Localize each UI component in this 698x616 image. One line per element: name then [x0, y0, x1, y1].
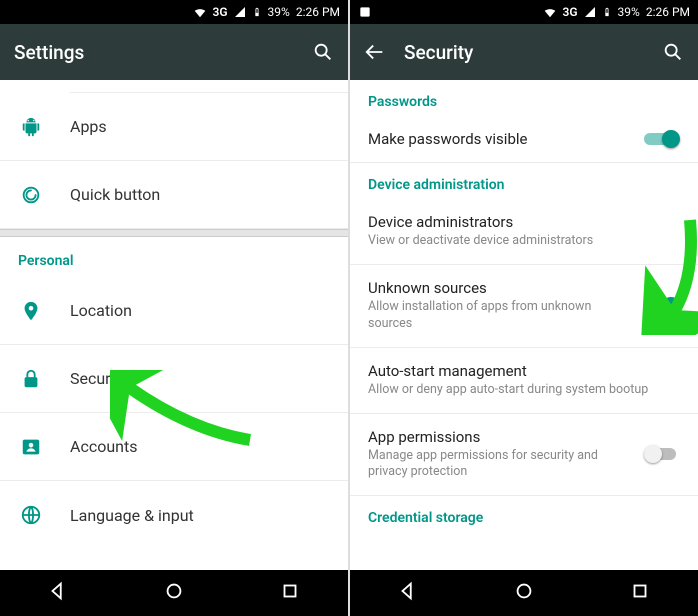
row-subtitle: View or deactivate device administrators [368, 233, 680, 250]
row-title: Auto-start management [368, 362, 680, 380]
android-navbar [0, 570, 348, 616]
row-subtitle: Allow installation of apps from unknown … [368, 299, 634, 333]
signal-icon [584, 6, 596, 18]
signal-icon [234, 6, 246, 18]
location-icon [0, 300, 70, 322]
row-device-admins[interactable]: Device administrators View or deactivate… [350, 199, 698, 265]
nav-home-icon[interactable] [513, 580, 535, 606]
row-autostart[interactable]: Auto-start management Allow or deny app … [350, 348, 698, 414]
settings-appbar: Settings [0, 24, 348, 80]
lock-icon [0, 368, 70, 390]
row-subtitle: Allow or deny app auto-start during syst… [368, 382, 680, 399]
row-location[interactable]: Location [0, 277, 348, 345]
network-label: 3G [563, 5, 578, 19]
row-label: Quick button [70, 185, 160, 204]
status-bar: 3G 39% 2:26 PM [0, 0, 348, 24]
section-header-passwords: Passwords [350, 80, 698, 116]
search-icon[interactable] [312, 41, 334, 63]
nav-recent-icon[interactable] [629, 580, 651, 606]
security-screen: 3G 39% 2:26 PM Security Passwords Make p… [350, 0, 698, 616]
row-app-permissions[interactable]: App permissions Manage app permissions f… [350, 414, 698, 497]
accounts-icon [0, 436, 70, 458]
row-accounts[interactable]: Accounts [0, 413, 348, 481]
row-title: Make passwords visible [368, 130, 634, 148]
security-appbar: Security [350, 24, 698, 80]
row-security[interactable]: Security [0, 345, 348, 413]
toggle-passwords-visible[interactable] [644, 130, 680, 148]
section-header-credential: Credential storage [350, 496, 698, 532]
row-title: App permissions [368, 428, 634, 446]
android-icon [0, 116, 70, 138]
clock: 2:26 PM [646, 5, 690, 19]
security-list: Passwords Make passwords visible Device … [350, 80, 698, 570]
battery-pct: 39% [268, 5, 290, 19]
android-navbar [350, 570, 698, 616]
status-bar: 3G 39% 2:26 PM [350, 0, 698, 24]
row-passwords-visible[interactable]: Make passwords visible [350, 116, 698, 163]
row-title: Unknown sources [368, 279, 634, 297]
row-label: Language & input [70, 506, 194, 525]
nav-back-icon[interactable] [47, 580, 69, 606]
network-label: 3G [213, 5, 228, 19]
page-title: Settings [14, 41, 294, 64]
row-subtitle: Manage app permissions for security and … [368, 448, 634, 482]
settings-screen: 3G 39% 2:26 PM Settings Apps [0, 0, 348, 616]
section-divider [0, 229, 348, 237]
wifi-icon [543, 5, 557, 19]
back-icon[interactable] [364, 41, 386, 63]
wifi-icon [193, 5, 207, 19]
row-label: Security [70, 369, 127, 388]
toggle-unknown-sources[interactable] [644, 297, 680, 315]
nav-home-icon[interactable] [163, 580, 185, 606]
toggle-app-permissions[interactable] [644, 445, 680, 463]
row-label: Apps [70, 117, 107, 136]
row-language[interactable]: Language & input [0, 481, 348, 549]
section-header-device-admin: Device administration [350, 163, 698, 199]
globe-icon [0, 504, 70, 526]
row-label: Location [70, 301, 132, 320]
nav-recent-icon[interactable] [279, 580, 301, 606]
row-label: Accounts [70, 437, 137, 456]
quick-icon [0, 184, 70, 206]
settings-list: Apps Quick button Personal Location [0, 80, 348, 570]
page-title: Security [404, 41, 644, 64]
battery-icon [602, 5, 612, 19]
search-icon[interactable] [662, 41, 684, 63]
battery-pct: 39% [618, 5, 640, 19]
battery-icon [252, 5, 262, 19]
row-apps[interactable]: Apps [0, 93, 348, 161]
row-quick-button[interactable]: Quick button [0, 161, 348, 229]
screenshot-icon [358, 5, 372, 19]
section-header-personal: Personal [0, 237, 348, 277]
nav-back-icon[interactable] [397, 580, 419, 606]
clock: 2:26 PM [296, 5, 340, 19]
row-title: Device administrators [368, 213, 680, 231]
row-unknown-sources[interactable]: Unknown sources Allow installation of ap… [350, 265, 698, 348]
